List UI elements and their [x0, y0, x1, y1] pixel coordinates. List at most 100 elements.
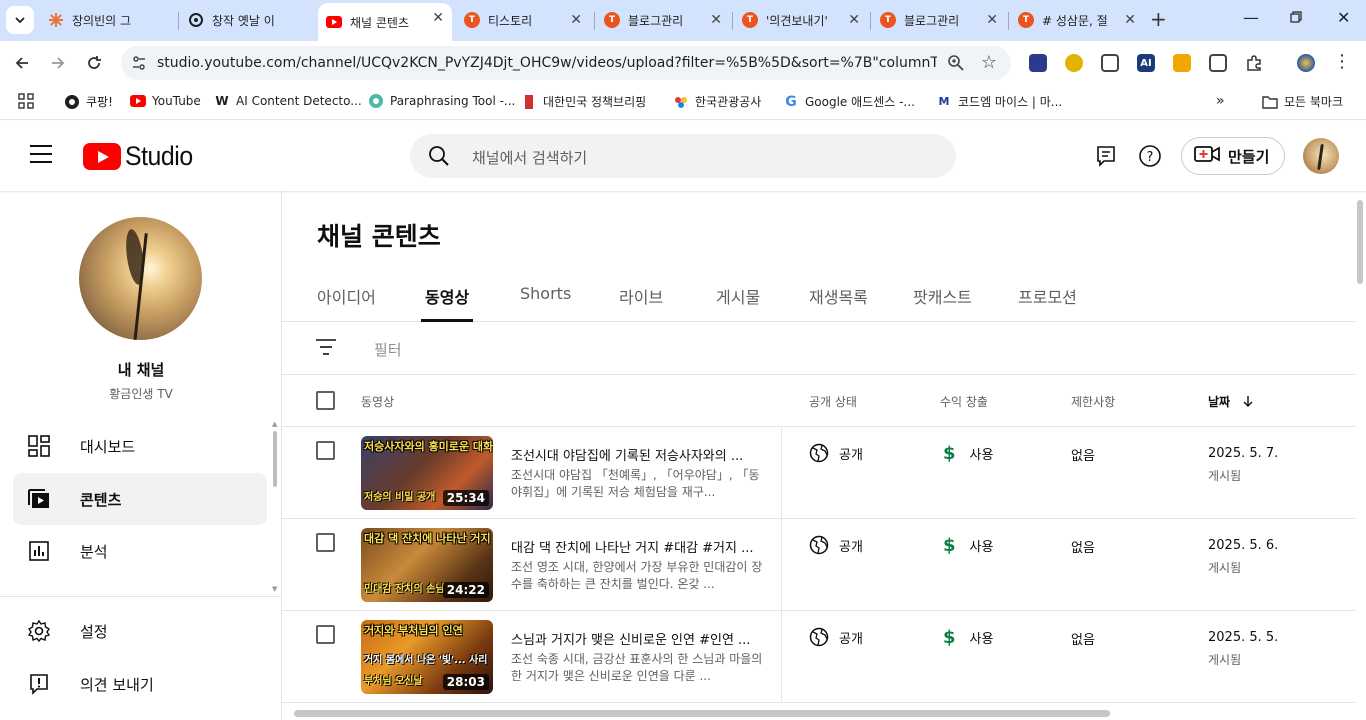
sidebar-item-content[interactable]: 콘텐츠 — [13, 473, 267, 525]
video-title[interactable]: 스님과 거지가 맺은 신비로운 인연 #인연 ... — [511, 629, 766, 648]
video-thumbnail[interactable]: 대감 댁 잔치에 나타난 거지 민대감 잔치의 손님 24:22 — [361, 528, 493, 602]
extension-icon[interactable] — [1173, 54, 1191, 72]
apps-icon[interactable] — [18, 93, 34, 109]
create-button[interactable]: 만들기 — [1181, 137, 1285, 175]
select-all-checkbox[interactable] — [316, 391, 335, 410]
back-button[interactable] — [11, 52, 33, 74]
browser-menu-icon[interactable]: ⋮ — [1333, 53, 1351, 72]
table-row[interactable]: 거지와 부처님의 인연 거지 몸에서 나온 '빛'... 사리 부처님 오신날 … — [282, 611, 1356, 703]
restore-button[interactable] — [1290, 8, 1302, 27]
sidebar-scrollbar[interactable] — [273, 431, 277, 487]
site-info-icon[interactable] — [129, 53, 149, 73]
tab-live[interactable]: 라이브 — [619, 284, 663, 308]
column-divider — [781, 519, 782, 610]
window-close-button[interactable]: ✕ — [1337, 8, 1350, 27]
visibility-dropdown[interactable]: 공개 — [809, 443, 863, 463]
bookmark-label: 코드엠 마이스 | 마... — [958, 95, 1063, 109]
video-title[interactable]: 조선시대 야담집에 기록된 저승사자와의 ... — [511, 445, 766, 464]
sidebar-item-feedback[interactable]: 의견 보내기 — [13, 658, 267, 710]
bookmark-paraphrasing[interactable]: Paraphrasing Tool -... — [368, 93, 515, 109]
reload-button[interactable] — [83, 52, 105, 74]
browser-tab-2[interactable]: 창작 옛날 이 — [180, 5, 314, 35]
tistory-icon: T — [742, 12, 758, 28]
browser-tab-1[interactable]: 장의빈의 그 — [40, 5, 174, 35]
studio-logo[interactable]: Studio — [83, 141, 199, 172]
table-row[interactable]: 대감 댁 잔치에 나타난 거지 민대감 잔치의 손님 24:22 대감 댁 잔치… — [282, 519, 1356, 611]
browser-tab-5[interactable]: T 블로그관리 ✕ — [596, 5, 730, 35]
sidebar-item-settings[interactable]: 설정 — [13, 605, 267, 657]
sidebar-item-dashboard[interactable]: 대시보드 — [13, 420, 267, 472]
close-icon[interactable]: ✕ — [848, 12, 860, 28]
visibility-dropdown[interactable]: 공개 — [809, 535, 863, 555]
tab-search-button[interactable] — [6, 6, 34, 34]
extension-icon[interactable] — [1029, 54, 1047, 72]
bookmark-ai-detector[interactable]: W AI Content Detecto... — [214, 93, 361, 109]
row-checkbox[interactable] — [316, 625, 335, 644]
close-icon[interactable]: ✕ — [986, 12, 998, 28]
browser-tab-8[interactable]: T # 성삼문, 절 ✕ — [1010, 5, 1144, 35]
scroll-up-arrow[interactable]: ▲ — [272, 420, 277, 428]
screenshot-extension-icon[interactable] — [1101, 54, 1119, 72]
content-scrollbar[interactable] — [1357, 200, 1363, 284]
extension-icon[interactable] — [1065, 54, 1083, 72]
video-thumbnail[interactable]: 저승사자와의 흥미로운 대화 저승의 비밀 공개 25:34 — [361, 436, 493, 510]
close-icon[interactable]: ✕ — [1124, 12, 1136, 28]
monetization-status[interactable]: $ 사용 — [943, 535, 993, 556]
puzzle-icon[interactable] — [1245, 54, 1263, 72]
help-icon[interactable]: ? — [1137, 143, 1163, 169]
tab-playlists[interactable]: 재생목록 — [809, 284, 868, 308]
tab-shorts[interactable]: Shorts — [520, 284, 571, 303]
account-avatar[interactable] — [1303, 138, 1339, 174]
tab-promotions[interactable]: 프로모션 — [1018, 284, 1077, 308]
filter-icon[interactable] — [315, 338, 337, 360]
close-icon[interactable]: ✕ — [710, 12, 722, 28]
column-header-date[interactable]: 날짜 — [1208, 393, 1254, 410]
bookmarks-overflow-button[interactable]: » — [1216, 93, 1225, 109]
hamburger-menu-icon[interactable] — [30, 145, 52, 163]
all-bookmarks-button[interactable]: 모든 북마크 — [1262, 93, 1343, 110]
channel-search-input[interactable]: 채널에서 검색하기 — [410, 134, 956, 178]
bookmark-kto[interactable]: 한국관광공사 — [673, 93, 761, 110]
ai-extension-icon[interactable]: AI — [1137, 54, 1155, 72]
close-icon[interactable]: ✕ — [570, 12, 582, 28]
table-row[interactable]: 저승사자와의 흥미로운 대화 저승의 비밀 공개 25:34 조선시대 야담집에… — [282, 427, 1356, 519]
new-tab-button[interactable]: + — [1150, 9, 1167, 29]
comments-icon[interactable] — [1093, 143, 1119, 169]
filter-bar[interactable]: 필터 — [282, 322, 1356, 375]
image-extension-icon[interactable] — [1209, 54, 1227, 72]
tab-posts[interactable]: 게시물 — [716, 284, 760, 308]
video-thumbnail[interactable]: 거지와 부처님의 인연 거지 몸에서 나온 '빛'... 사리 부처님 오신날 … — [361, 620, 493, 694]
monetization-status[interactable]: $ 사용 — [943, 627, 993, 648]
close-icon[interactable]: ✕ — [432, 10, 444, 26]
forward-button[interactable] — [47, 52, 69, 74]
browser-tab-4[interactable]: T 티스토리 ✕ — [456, 5, 590, 35]
row-checkbox[interactable] — [316, 441, 335, 460]
sidebar-item-label: 콘텐츠 — [80, 490, 122, 509]
tab-podcasts[interactable]: 팟캐스트 — [913, 284, 972, 308]
browser-tab-7[interactable]: T 블로그관리 ✕ — [872, 5, 1006, 35]
browser-tab-6[interactable]: T '의견보내기' ✕ — [734, 5, 868, 35]
tab-ideas[interactable]: 아이디어 — [317, 284, 376, 308]
bookmark-star-icon[interactable]: ☆ — [981, 52, 997, 73]
browser-tab-active[interactable]: 채널 콘텐츠 ✕ — [318, 3, 452, 41]
zoom-icon[interactable] — [947, 54, 965, 76]
monetization-status[interactable]: $ 사용 — [943, 443, 993, 464]
address-bar[interactable]: studio.youtube.com/channel/UCQv2KCN_PvYZ… — [121, 46, 1011, 80]
bookmark-coupang[interactable]: 쿠팡! — [64, 93, 113, 110]
tab-videos[interactable]: 동영상 — [425, 284, 469, 308]
horizontal-scrollbar[interactable] — [294, 710, 1110, 717]
publish-status: 게시됨 — [1208, 469, 1242, 483]
globe-icon — [809, 535, 829, 555]
minimize-button[interactable]: — — [1243, 8, 1259, 27]
row-checkbox[interactable] — [316, 533, 335, 552]
video-title[interactable]: 대감 댁 잔치에 나타난 거지 #대감 #거지 ... — [511, 537, 766, 556]
profile-avatar[interactable] — [1297, 54, 1315, 72]
scroll-down-arrow[interactable]: ▼ — [272, 585, 277, 593]
bookmark-adsense[interactable]: G Google 애드센스 -... — [783, 93, 915, 110]
bookmark-korea-policy[interactable]: 대한민국 정책브리핑 — [521, 93, 646, 110]
visibility-dropdown[interactable]: 공개 — [809, 627, 863, 647]
bookmark-youtube[interactable]: YouTube — [130, 93, 201, 109]
sidebar-item-analytics[interactable]: 분석 — [13, 525, 267, 577]
bookmark-codem[interactable]: M 코드엠 마이스 | 마... — [936, 93, 1063, 110]
channel-avatar[interactable] — [79, 217, 202, 340]
